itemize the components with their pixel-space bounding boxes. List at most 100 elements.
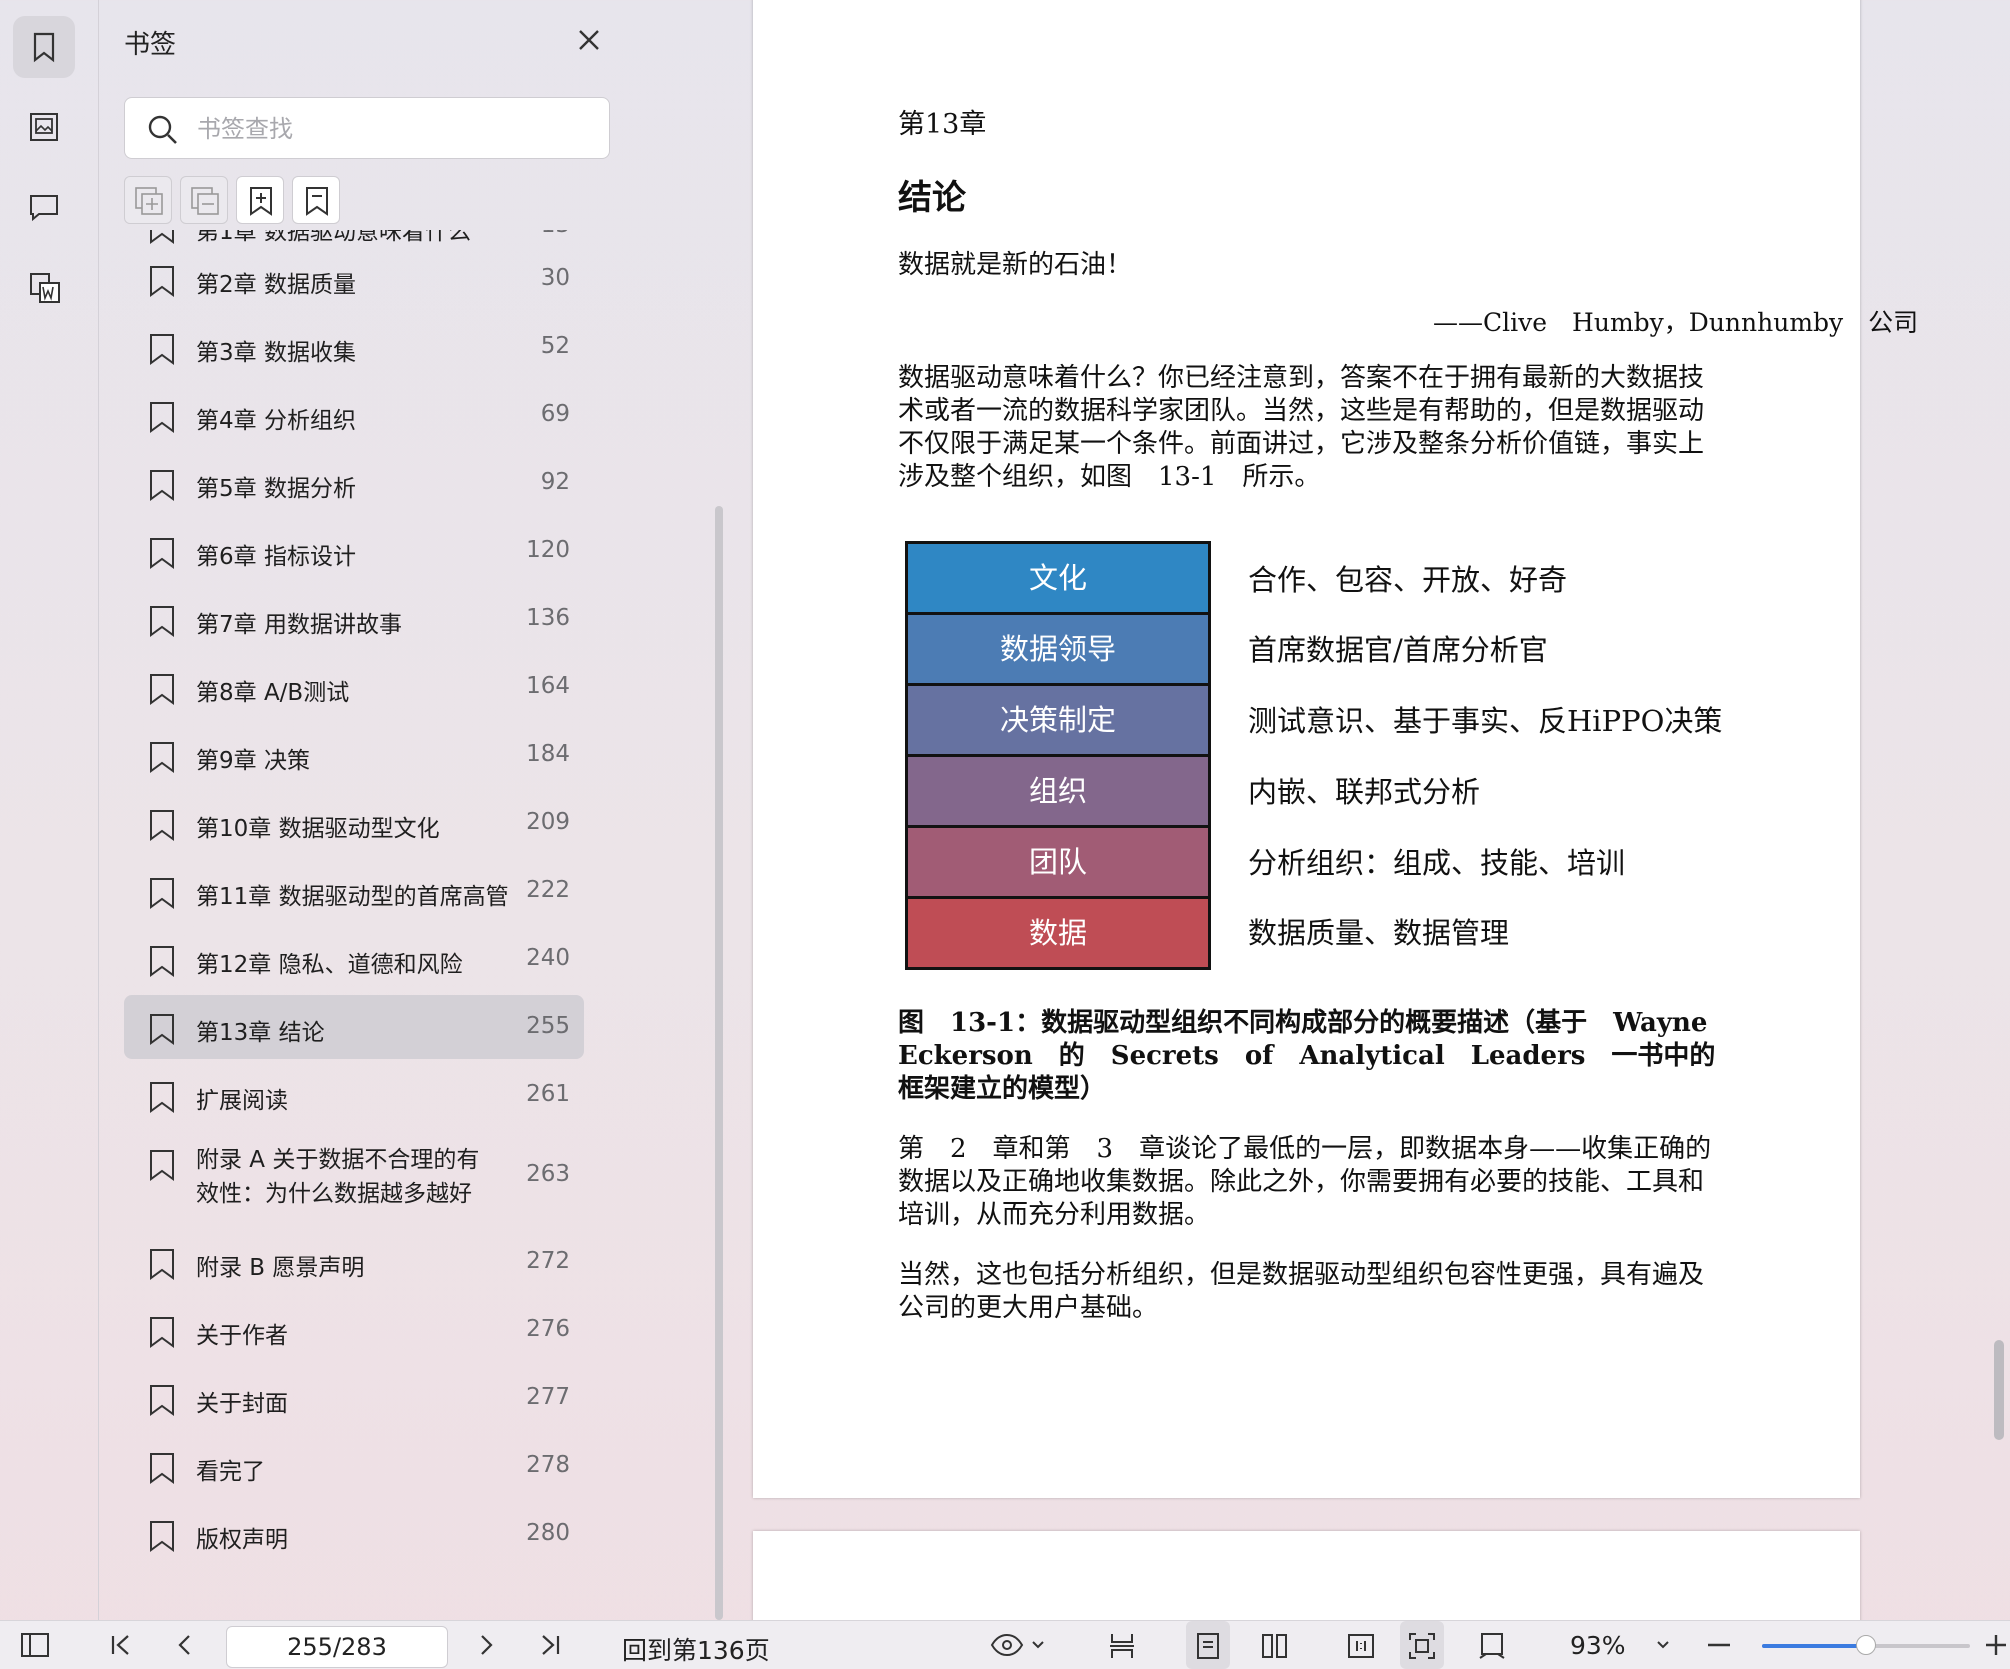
layer-box: 决策制定 [905, 683, 1211, 754]
bookmark-item[interactable]: 扩展阅读 261 [124, 1063, 584, 1127]
bookmark-title: 第8章 A/B测试 [196, 680, 350, 706]
bookmark-item[interactable]: 第5章 数据分析 92 [124, 451, 584, 515]
chevron-down-icon [1657, 1641, 1669, 1649]
bookmark-icon [150, 1014, 174, 1045]
bookmark-title: 版权声明 [196, 1527, 288, 1553]
actual-size-button[interactable] [1338, 1621, 1382, 1669]
zoom-dropdown[interactable] [1654, 1621, 1678, 1669]
two-page-button[interactable] [1252, 1621, 1296, 1669]
single-page-button[interactable] [1186, 1621, 1230, 1669]
bookmark-item[interactable]: 第2章 数据质量 30 [124, 247, 584, 311]
add-bookmark-button[interactable] [236, 176, 284, 224]
document-scrollbar[interactable] [1994, 1340, 2004, 1440]
zoom-slider[interactable] [1762, 1635, 1970, 1655]
bookmark-page: 13 [541, 230, 570, 238]
bookmark-page: 164 [526, 673, 570, 699]
two-page-icon [1262, 1634, 1287, 1658]
bookmark-icon [150, 334, 174, 365]
bookmark-title: 第10章 数据驱动型文化 [196, 816, 440, 842]
zoom-slider-knob[interactable] [1856, 1635, 1876, 1655]
comments-tab[interactable] [13, 176, 75, 238]
fit-width-button[interactable] [1470, 1621, 1514, 1669]
bookmark-title: 第5章 数据分析 [196, 476, 356, 502]
bookmark-page: 209 [526, 809, 570, 835]
toggle-sidebar-button[interactable] [20, 1621, 54, 1669]
zoom-in-button[interactable] [1984, 1621, 2008, 1669]
image-icon [30, 113, 58, 141]
zoom-out-button[interactable] [1706, 1621, 1736, 1669]
bookmark-button[interactable] [292, 176, 340, 224]
bookmark-icon [150, 1150, 174, 1181]
bookmark-item[interactable]: 关于作者 276 [124, 1298, 584, 1362]
actual-size-icon [1348, 1634, 1374, 1658]
fit-page-button[interactable] [1400, 1621, 1444, 1669]
close-panel-button[interactable] [573, 24, 605, 56]
layer-diagram: 文化 数据领导 决策制定 组织 团队 数据 [905, 541, 1211, 970]
bookmark-page: 277 [526, 1384, 570, 1410]
layer-box: 组织 [905, 754, 1211, 825]
thumbnails-tab[interactable] [13, 96, 75, 158]
left-rail [0, 0, 99, 1620]
add-bookmark-icon [250, 187, 272, 216]
bookmark-page: 272 [526, 1248, 570, 1274]
bookmark-item[interactable]: 第10章 数据驱动型文化 209 [124, 791, 584, 855]
bookmark-item[interactable]: 第12章 隐私、道德和风险 240 [124, 927, 584, 991]
layer-description: 分析组织：组成、技能、培训 [1248, 846, 1626, 880]
bookmark-page: 278 [526, 1452, 570, 1478]
zoom-level[interactable]: 93% [1570, 1631, 1626, 1660]
bookmark-item[interactable]: 看完了 278 [124, 1434, 584, 1498]
sidebar-icon [21, 1633, 49, 1657]
bookmark-page: 276 [526, 1316, 570, 1342]
bookmark-page: 52 [540, 333, 570, 359]
bookmark-search-input[interactable] [195, 108, 599, 150]
continuous-scroll-button[interactable] [1100, 1621, 1144, 1669]
document-view: 第13章 结论 数据就是新的石油！ ——Clive Humby，Dunnhumb… [640, 0, 2010, 1620]
bookmark-search-box [124, 97, 610, 159]
bookmark-title: 附录 A 关于数据不合理的有效性：为什么数据越多越好 [196, 1147, 480, 1207]
bookmark-item[interactable]: 第3章 数据收集 52 [124, 315, 584, 379]
layer-description: 测试意识、基于事实、反HiPPO决策 [1248, 704, 1723, 738]
bookmark-icon [150, 810, 174, 841]
bookmark-item[interactable]: 第9章 决策 184 [124, 723, 584, 787]
bookmark-item[interactable]: 第4章 分析组织 69 [124, 383, 584, 447]
layer-description: 合作、包容、开放、好奇 [1248, 563, 1568, 597]
next-page-button[interactable] [473, 1621, 503, 1669]
bookmark-page: 280 [526, 1520, 570, 1546]
collapse-all-button[interactable] [180, 176, 228, 224]
bookmarks-panel: 书签 第1章 数据驱动意味着什么 13 第2章 数据质量 30 [99, 0, 723, 1620]
bookmarks-tab[interactable] [13, 16, 75, 78]
layer-box: 数据 [905, 896, 1211, 970]
panel-title: 书签 [124, 30, 177, 60]
page-number-field[interactable]: 255/283 [226, 1626, 448, 1668]
bookmark-title: 第7章 用数据讲故事 [196, 612, 402, 638]
layer-box: 团队 [905, 825, 1211, 896]
bookmark-icon [33, 32, 55, 63]
bookmark-item[interactable]: 关于封面 277 [124, 1366, 584, 1430]
bookmark-title: 第12章 隐私、道德和风险 [196, 952, 463, 978]
bookmark-title: 第9章 决策 [196, 748, 310, 774]
bookmark-item[interactable]: 第11章 数据驱动型的首席高管 222 [124, 859, 584, 923]
word-file-icon [30, 273, 60, 303]
status-bar: 255/283 回到第136页 93% [0, 1620, 2010, 1669]
prev-page-button[interactable] [172, 1621, 202, 1669]
body-paragraph: 第 2 章和第 3 章谈论了最低的一层，即数据本身——收集正确的数据以及正确地收… [898, 1134, 1712, 1230]
bookmark-item[interactable]: 版权声明 280 [124, 1502, 584, 1566]
bookmark-item[interactable]: 附录 B 愿景声明 272 [124, 1230, 584, 1294]
first-page-button[interactable] [108, 1621, 138, 1669]
bookmark-title: 第1章 数据驱动意味着什么 [196, 230, 471, 245]
search-icon [148, 115, 177, 144]
epigraph: 数据就是新的石油！ [898, 250, 1133, 280]
bookmark-item[interactable]: 第6章 指标设计 120 [124, 519, 584, 583]
bookmark-page: 261 [526, 1081, 570, 1107]
expand-all-button[interactable] [124, 176, 172, 224]
epigraph-attribution: ——Clive Humby，Dunnhumby 公司 [1433, 308, 1919, 337]
bookmark-item-active[interactable]: 第13章 结论 255 [124, 995, 584, 1059]
attachments-tab[interactable] [13, 256, 75, 318]
last-page-button[interactable] [537, 1621, 567, 1669]
view-mode-dropdown[interactable] [990, 1621, 1050, 1669]
go-back-link[interactable]: 回到第136页 [622, 1631, 770, 1667]
bookmark-item[interactable]: 第8章 A/B测试 164 [124, 655, 584, 719]
bookmark-item[interactable]: 附录 A 关于数据不合理的有效性：为什么数据越多越好 263 [124, 1131, 584, 1217]
bookmark-title: 第4章 分析组织 [196, 408, 356, 434]
bookmark-item[interactable]: 第7章 用数据讲故事 136 [124, 587, 584, 651]
